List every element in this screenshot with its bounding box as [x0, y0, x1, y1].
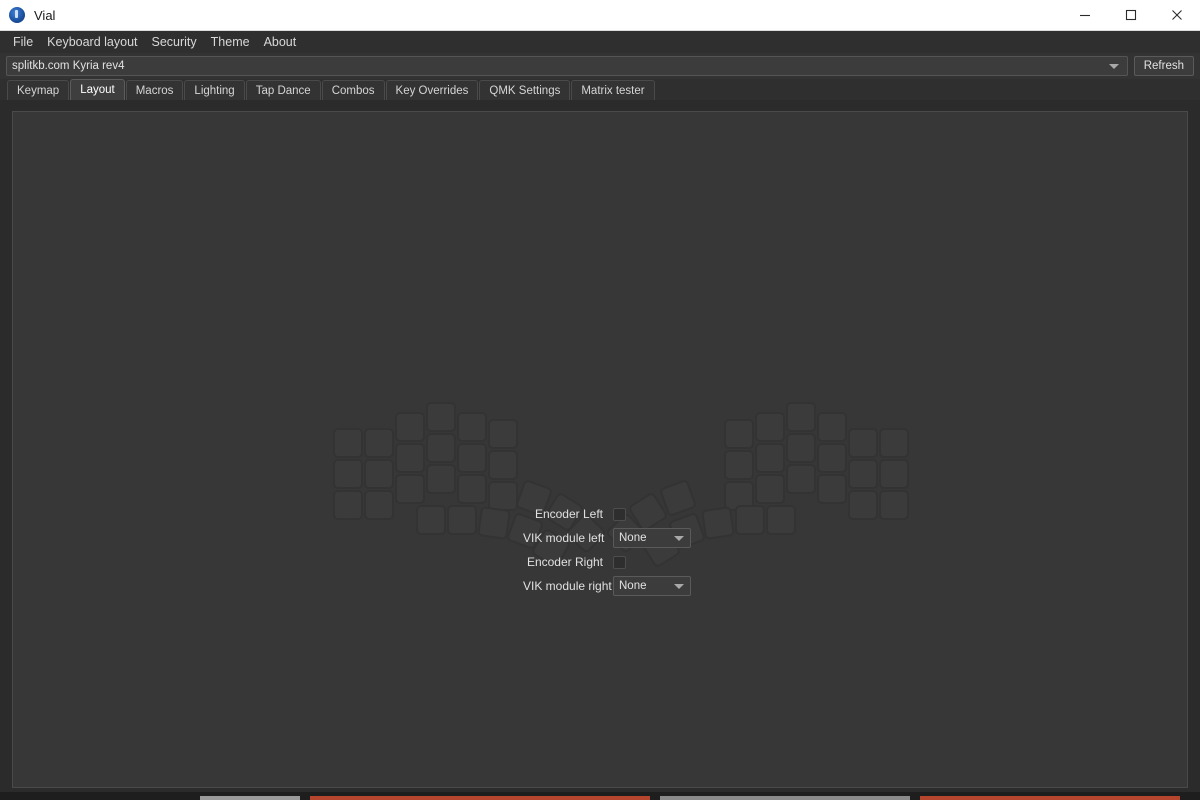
vik-module-left-value: None	[619, 532, 647, 544]
encoder-left-checkbox[interactable]	[613, 507, 626, 521]
keyboard-key[interactable]	[817, 412, 847, 442]
keyboard-key[interactable]	[488, 450, 518, 480]
vial-app-icon	[9, 7, 25, 23]
tab-keymap[interactable]: Keymap	[7, 80, 70, 100]
keyboard-key[interactable]	[879, 428, 909, 458]
menu-item-security[interactable]: Security	[145, 32, 204, 52]
keyboard-key[interactable]	[477, 506, 511, 540]
keyboard-key[interactable]	[848, 459, 878, 489]
menu-item-about[interactable]: About	[257, 32, 304, 52]
keyboard-key[interactable]	[848, 490, 878, 520]
vik-module-right-select[interactable]: None	[613, 576, 691, 596]
keyboard-key[interactable]	[766, 505, 796, 535]
keyboard-key[interactable]	[457, 443, 487, 473]
window-title: Vial	[34, 7, 56, 23]
keyboard-key[interactable]	[817, 474, 847, 504]
keyboard-key[interactable]	[447, 505, 477, 535]
keyboard-key[interactable]	[735, 505, 765, 535]
keyboard-select[interactable]: splitkb.com Kyria rev4	[6, 56, 1128, 76]
keyboard-key[interactable]	[488, 419, 518, 449]
tab-key-overrides[interactable]: Key Overrides	[385, 80, 479, 100]
encoder-right-label: Encoder Right	[526, 555, 603, 569]
keyboard-key[interactable]	[879, 459, 909, 489]
chevron-down-icon	[1108, 63, 1119, 69]
keyboard-key[interactable]	[333, 428, 363, 458]
encoder-right-checkbox[interactable]	[613, 555, 626, 569]
keyboard-key[interactable]	[755, 412, 785, 442]
menu-bar: File Keyboard layout Security Theme Abou…	[0, 31, 1200, 53]
keyboard-key[interactable]	[724, 419, 754, 449]
keyboard-key[interactable]	[457, 412, 487, 442]
encoder-left-label: Encoder Left	[534, 507, 603, 521]
keyboard-key[interactable]	[848, 428, 878, 458]
sliver-segment	[310, 796, 650, 800]
menu-item-keyboard-layout[interactable]: Keyboard layout	[40, 32, 144, 52]
keyboard-key[interactable]	[395, 412, 425, 442]
vik-module-right-label: VIK module right	[523, 579, 612, 593]
keyboard-key[interactable]	[426, 402, 456, 432]
chevron-down-icon	[674, 583, 684, 589]
keyboard-key[interactable]	[426, 464, 456, 494]
menu-item-theme[interactable]: Theme	[204, 32, 257, 52]
keyboard-selector-row: splitkb.com Kyria rev4 Refresh	[0, 53, 1200, 79]
keyboard-key[interactable]	[364, 490, 394, 520]
tab-bar: Keymap Layout Macros Lighting Tap Dance …	[0, 79, 1200, 100]
vik-module-right-value: None	[619, 580, 647, 592]
tab-combos[interactable]: Combos	[321, 80, 385, 100]
tab-qmk-settings[interactable]: QMK Settings	[479, 80, 571, 100]
menu-item-file[interactable]: File	[6, 32, 40, 52]
maximize-button[interactable]	[1108, 0, 1154, 31]
keyboard-key[interactable]	[786, 402, 816, 432]
keyboard-key[interactable]	[395, 474, 425, 504]
keyboard-key[interactable]	[416, 505, 446, 535]
keyboard-key[interactable]	[333, 459, 363, 489]
layout-options-form: Encoder Left VIK module left None Encode…	[523, 502, 723, 598]
chevron-down-icon	[674, 535, 684, 541]
keyboard-preview	[13, 112, 1187, 787]
tab-matrix-tester[interactable]: Matrix tester	[571, 80, 655, 100]
keyboard-key[interactable]	[364, 428, 394, 458]
keyboard-select-value: splitkb.com Kyria rev4	[12, 60, 125, 72]
sliver-segment	[920, 796, 1180, 800]
keyboard-key[interactable]	[457, 474, 487, 504]
keyboard-key[interactable]	[786, 464, 816, 494]
tab-lighting[interactable]: Lighting	[184, 80, 245, 100]
sliver-segment	[660, 796, 910, 800]
keyboard-key[interactable]	[426, 433, 456, 463]
keyboard-key[interactable]	[364, 459, 394, 489]
refresh-button[interactable]: Refresh	[1133, 56, 1194, 76]
sliver-segment	[200, 796, 300, 800]
tab-layout[interactable]: Layout	[70, 79, 125, 100]
keyboard-key[interactable]	[817, 443, 847, 473]
minimize-button[interactable]	[1062, 0, 1108, 31]
keyboard-key[interactable]	[786, 433, 816, 463]
tab-macros[interactable]: Macros	[125, 80, 184, 100]
keyboard-key[interactable]	[395, 443, 425, 473]
tab-tap-dance[interactable]: Tap Dance	[245, 80, 321, 100]
vik-module-left-label: VIK module left	[523, 531, 605, 545]
title-bar: Vial	[0, 0, 1200, 31]
keyboard-key[interactable]	[755, 443, 785, 473]
vik-module-left-select[interactable]: None	[613, 528, 691, 548]
keyboard-key[interactable]	[879, 490, 909, 520]
close-button[interactable]	[1154, 0, 1200, 31]
keyboard-key[interactable]	[488, 481, 518, 511]
background-window-sliver	[0, 792, 1200, 800]
keyboard-key[interactable]	[333, 490, 363, 520]
layout-content-panel: Encoder Left VIK module left None Encode…	[12, 111, 1188, 788]
keyboard-key[interactable]	[724, 450, 754, 480]
keyboard-key[interactable]	[755, 474, 785, 504]
